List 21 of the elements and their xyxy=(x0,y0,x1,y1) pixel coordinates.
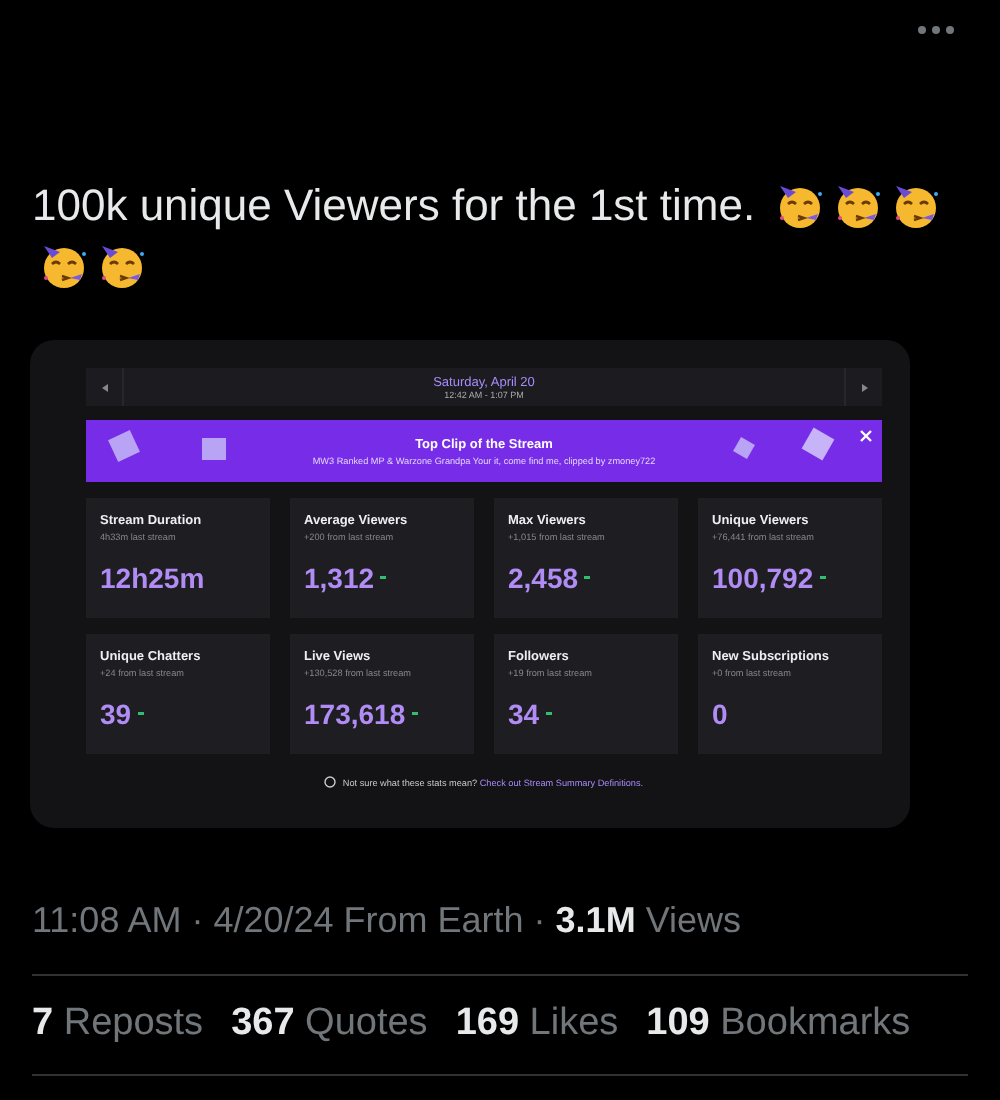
stat-value: 173,618 xyxy=(304,698,406,730)
chevron-left-icon xyxy=(101,383,107,391)
sticker-icon xyxy=(732,436,756,460)
post-text: 100k unique Viewers for the 1st time. xyxy=(32,180,756,230)
stat-value: 0 xyxy=(712,698,728,730)
help-icon xyxy=(324,776,337,788)
more-icon[interactable] xyxy=(916,24,956,36)
engagement-link[interactable]: 109 Bookmarks xyxy=(646,1002,911,1046)
chevron-right-icon xyxy=(861,383,867,391)
stat-value: 39 xyxy=(100,698,132,730)
stat-value: 1,312 xyxy=(304,562,375,594)
stat-value: 34 xyxy=(508,698,540,730)
stat-value: 2,458 xyxy=(508,562,579,594)
engagement-link[interactable]: 7 Reposts xyxy=(32,1002,204,1046)
engagement-link[interactable]: 169 Likes xyxy=(455,1002,619,1046)
stat-value: 100,792 xyxy=(712,562,814,594)
sticker-icon xyxy=(200,434,228,462)
engagement-link[interactable]: 367 Quotes xyxy=(231,1002,428,1046)
post-meta: 11:08 AM · 4/20/24 From Earth · 3.1M Views xyxy=(32,900,968,976)
stat-value: 12h25m xyxy=(100,562,205,594)
close-icon[interactable] xyxy=(860,430,872,442)
